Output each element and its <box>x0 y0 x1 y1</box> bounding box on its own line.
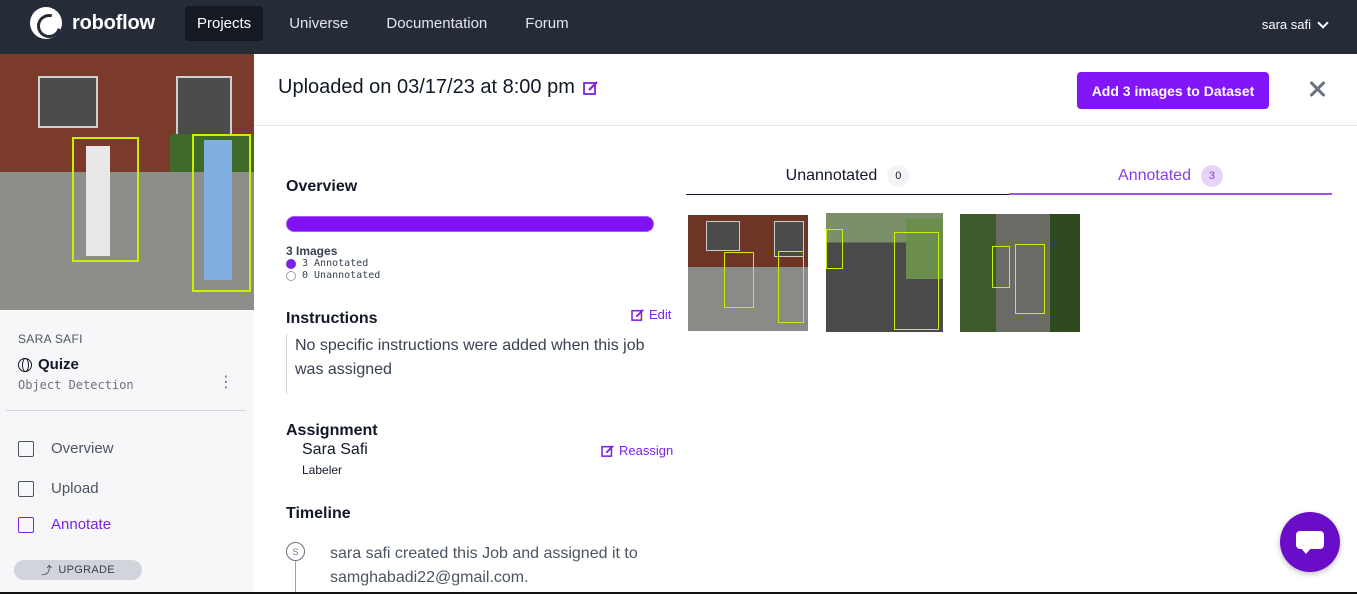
sidebar-item-annotate[interactable]: Annotate <box>18 516 111 533</box>
arrow-up-icon: ⤴ <box>41 565 53 577</box>
edit-instructions-link[interactable]: Edit <box>631 307 671 322</box>
chevron-down-icon <box>1317 16 1329 29</box>
sidebar-item-label: Upload <box>51 480 99 497</box>
nav-documentation[interactable]: Documentation <box>374 6 499 41</box>
roboflow-logo[interactable]: roboflow <box>30 7 155 39</box>
upgrade-label: UPGRADE <box>58 564 115 576</box>
edit-icon <box>601 444 614 457</box>
user-menu[interactable]: sara safi <box>1261 16 1329 32</box>
tab-annotated[interactable]: Annotated 3 <box>1009 158 1332 195</box>
project-sidebar: SARA SAFI Quize Object Detection ⋮ Overv… <box>0 54 254 594</box>
top-navbar: roboflow Projects Universe Documentation… <box>0 0 1357 54</box>
project-name: Quize <box>38 356 79 373</box>
tab-unannotated[interactable]: Unannotated 0 <box>686 158 1009 195</box>
page-title: Uploaded on 03/17/23 at 8:00 pm <box>278 76 599 99</box>
image-count: 3 Images <box>286 244 338 258</box>
chat-support-button[interactable] <box>1280 512 1340 572</box>
project-title[interactable]: Quize <box>18 356 79 373</box>
more-options-icon[interactable]: ⋮ <box>218 375 234 394</box>
nav-forum[interactable]: Forum <box>513 6 580 41</box>
image-thumbnail[interactable] <box>688 215 808 331</box>
project-cover-image <box>0 54 254 310</box>
document-icon <box>18 440 34 457</box>
project-type: Object Detection <box>18 378 134 392</box>
annotation-tabs: Unannotated 0 Annotated 3 <box>686 158 1332 195</box>
upload-icon <box>18 480 34 497</box>
annotated-dot-icon <box>286 258 296 269</box>
sidebar-item-label: Annotate <box>51 516 112 533</box>
tab-label: Unannotated <box>785 167 878 184</box>
sidebar-item-upload[interactable]: Upload <box>18 480 99 497</box>
add-images-to-dataset-button[interactable]: Add 3 images to Dataset <box>1077 72 1269 109</box>
annotation-progress-bar <box>286 216 654 232</box>
legend-annotated: 3 Annotated <box>286 258 368 269</box>
edit-icon[interactable] <box>583 80 599 95</box>
close-icon[interactable] <box>1306 78 1328 100</box>
sidebar-item-label: Overview <box>51 440 114 457</box>
image-thumbnail[interactable] <box>960 214 1080 332</box>
edit-icon <box>631 308 644 321</box>
roboflow-logo-icon <box>30 7 62 39</box>
edit-label: Edit <box>649 307 672 322</box>
legend-unannotated: 0 Unannotated <box>286 270 380 281</box>
unannotated-count: 0 Unannotated <box>302 270 381 281</box>
upgrade-button[interactable]: ⤴ UPGRADE <box>14 560 142 580</box>
timeline-line <box>295 561 296 594</box>
sidebar-divider <box>6 410 246 411</box>
nav-universe[interactable]: Universe <box>277 6 360 41</box>
job-header: Uploaded on 03/17/23 at 8:00 pm Add 3 im… <box>254 54 1357 126</box>
assignment-heading: Assignment <box>286 422 378 439</box>
timeline-entry: sara safi created this Job and assigned … <box>330 545 638 586</box>
image-thumbnail[interactable] <box>826 213 943 332</box>
tab-label: Annotated <box>1118 166 1191 184</box>
project-owner: SARA SAFI <box>18 332 83 346</box>
globe-icon <box>18 357 32 372</box>
count-badge: 0 <box>887 165 910 187</box>
instructions-text: No specific instructions were added when… <box>286 334 670 394</box>
annotated-count: 3 Annotated <box>302 258 369 269</box>
overview-heading: Overview <box>286 178 358 195</box>
reassign-link[interactable]: Reassign <box>601 443 673 458</box>
instructions-heading: Instructions <box>286 310 378 327</box>
assignee-role: Labeler <box>302 463 343 477</box>
app-name: roboflow <box>72 11 155 34</box>
main-nav: Projects Universe Documentation Forum <box>185 6 581 41</box>
sidebar-item-overview[interactable]: Overview <box>18 440 114 457</box>
upload-title-text: Uploaded on 03/17/23 at 8:00 pm <box>278 76 575 98</box>
reassign-label: Reassign <box>619 443 674 458</box>
count-badge: 3 <box>1200 164 1223 187</box>
unannotated-dot-icon <box>286 270 296 281</box>
timeline-heading: Timeline <box>286 505 351 522</box>
nav-projects[interactable]: Projects <box>185 6 264 41</box>
annotate-icon <box>18 516 34 533</box>
user-name: sara safi <box>1261 17 1311 32</box>
timeline-avatar: S <box>286 542 305 561</box>
assignee-name: Sara Safi <box>302 441 368 458</box>
